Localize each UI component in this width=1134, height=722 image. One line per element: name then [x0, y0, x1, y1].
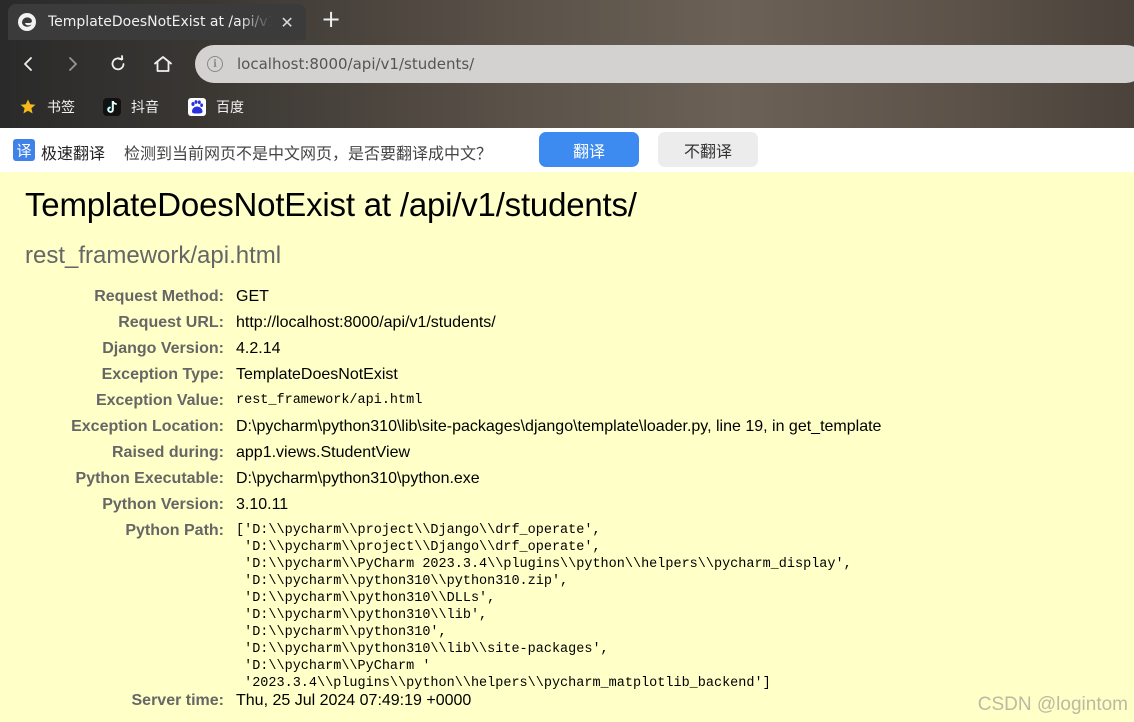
page-title: TemplateDoesNotExist at /api/v1/students… [25, 186, 637, 223]
row-label: Django Version: [102, 340, 224, 357]
row-value: 3.10.11 [236, 496, 289, 513]
row-value: TemplateDoesNotExist [236, 366, 398, 383]
home-button[interactable] [150, 52, 176, 76]
row-label: Exception Type: [101, 366, 224, 383]
row-label: Raised during: [111, 444, 224, 461]
bookmark-item-baidu[interactable]: 百度 [188, 96, 244, 118]
row-label: Exception Location: [71, 418, 224, 435]
reload-button[interactable] [105, 52, 131, 76]
summary-row-request-method: Request Method: GET [0, 286, 1134, 312]
python-path-entry: 'D:\\pycharm\\python310\\DLLs', [236, 591, 496, 606]
exception-summary-table: Request Method: GET Request URL: http://… [0, 286, 1134, 716]
row-value: rest_framework/api.html [236, 393, 423, 408]
address-bar[interactable]: i localhost:8000/api/v1/students/ [195, 45, 1134, 83]
baidu-icon [188, 98, 206, 116]
python-path-entry: 'D:\\pycharm\\PyCharm 2023.3.4\\plugins\… [236, 557, 852, 572]
bookmark-label: 抖音 [131, 100, 159, 116]
translate-service-name: 极速翻译 [41, 144, 106, 163]
python-path-list: ['D:\\pycharm\\project\\Django\\drf_oper… [236, 520, 852, 692]
browser-chrome: TemplateDoesNotExist at /api/v1/students… [0, 0, 1134, 128]
home-icon [154, 56, 172, 72]
python-path-entry: 'D:\\pycharm\\python310\\python310.zip', [236, 574, 569, 589]
navigation-bar: i localhost:8000/api/v1/students/ [0, 40, 1134, 88]
bookmarks-bar: 书签 抖音 百度 [0, 88, 1134, 128]
row-label: Python Path: [125, 522, 224, 539]
edge-logo-icon [18, 13, 36, 31]
bookmark-item-douyin[interactable]: 抖音 [103, 96, 159, 118]
summary-row-django-version: Django Version: 4.2.14 [0, 338, 1134, 364]
summary-row-python-version: Python Version: 3.10.11 [0, 494, 1134, 520]
row-value: http://localhost:8000/api/v1/students/ [236, 314, 496, 331]
django-error-page: TemplateDoesNotExist at /api/v1/students… [0, 172, 1134, 722]
row-label: Exception Value: [95, 392, 224, 409]
summary-row-python-path: Python Path: ['D:\\pycharm\\project\\Dja… [0, 520, 1134, 692]
star-icon [19, 98, 37, 116]
tiktok-icon [103, 98, 121, 116]
summary-row-request-url: Request URL: http://localhost:8000/api/v… [0, 312, 1134, 338]
row-value: 4.2.14 [236, 340, 281, 357]
row-label: Server time: [131, 692, 225, 709]
row-value: app1.views.StudentView [236, 444, 411, 461]
row-label: Request Method: [94, 288, 224, 305]
csdn-watermark: CSDN @logintom [977, 694, 1128, 715]
forward-button[interactable] [60, 52, 86, 76]
bookmark-item-bookmarks[interactable]: 书签 [19, 96, 75, 118]
tab-close-icon[interactable]: ✕ [278, 13, 296, 32]
back-button[interactable] [15, 52, 41, 76]
exception-subtitle: rest_framework/api.html [25, 242, 282, 269]
summary-row-raised-during: Raised during: app1.views.StudentView [0, 442, 1134, 468]
translate-prompt: 检测到当前网页不是中文网页，是否要翻译成中文？ [124, 144, 493, 163]
summary-row-python-executable: Python Executable: D:\pycharm\python310\… [0, 468, 1134, 494]
site-info-icon[interactable]: i [207, 56, 223, 72]
row-label: Request URL: [118, 314, 224, 331]
summary-row-exception-type: Exception Type: TemplateDoesNotExist [0, 364, 1134, 390]
decline-translate-button[interactable]: 不翻译 [658, 132, 758, 167]
back-arrow-icon [24, 57, 32, 71]
python-path-entry: 'D:\\pycharm\\project\\Django\\drf_opera… [236, 540, 601, 555]
row-label: Python Executable: [75, 470, 224, 487]
row-label: Python Version: [102, 496, 224, 513]
row-value: D:\pycharm\python310\lib\site-packages\d… [236, 418, 882, 435]
forward-arrow-icon [69, 57, 77, 71]
python-path-entry: ['D:\\pycharm\\project\\Django\\drf_oper… [236, 523, 601, 538]
translate-button[interactable]: 翻译 [539, 132, 639, 167]
summary-row-exception-location: Exception Location: D:\pycharm\python310… [0, 416, 1134, 442]
row-value: GET [236, 288, 269, 305]
translate-infobar: 译 极速翻译 检测到当前网页不是中文网页，是否要翻译成中文？ 翻译 不翻译 [0, 128, 1134, 172]
bookmark-label: 百度 [216, 100, 244, 116]
reload-icon [111, 55, 125, 71]
python-path-entry: 'D:\\pycharm\\python310', [236, 625, 447, 640]
python-path-entry: 'D:\\pycharm\\python310\\lib', [236, 608, 488, 623]
summary-row-server-time: Server time: Thu, 25 Jul 2024 07:49:19 +… [0, 690, 1134, 716]
browser-tab-active[interactable]: TemplateDoesNotExist at /api/v1/students… [8, 4, 306, 40]
tab-title: TemplateDoesNotExist at /api/v1/students… [48, 14, 273, 30]
summary-row-exception-value: Exception Value: rest_framework/api.html [0, 390, 1134, 416]
python-path-entry: 'D:\\pycharm\\PyCharm ' [236, 659, 431, 674]
row-value: Thu, 25 Jul 2024 07:49:19 +0000 [236, 692, 472, 709]
url-text[interactable]: localhost:8000/api/v1/students/ [237, 55, 474, 73]
new-tab-button[interactable]: + [318, 6, 344, 32]
row-value: D:\pycharm\python310\python.exe [236, 470, 480, 487]
tab-strip: TemplateDoesNotExist at /api/v1/students… [0, 0, 1134, 40]
python-path-entry: 'D:\\pycharm\\python310\\lib\\site-packa… [236, 642, 609, 657]
translate-icon: 译 [13, 139, 35, 161]
bookmark-label: 书签 [47, 100, 75, 116]
